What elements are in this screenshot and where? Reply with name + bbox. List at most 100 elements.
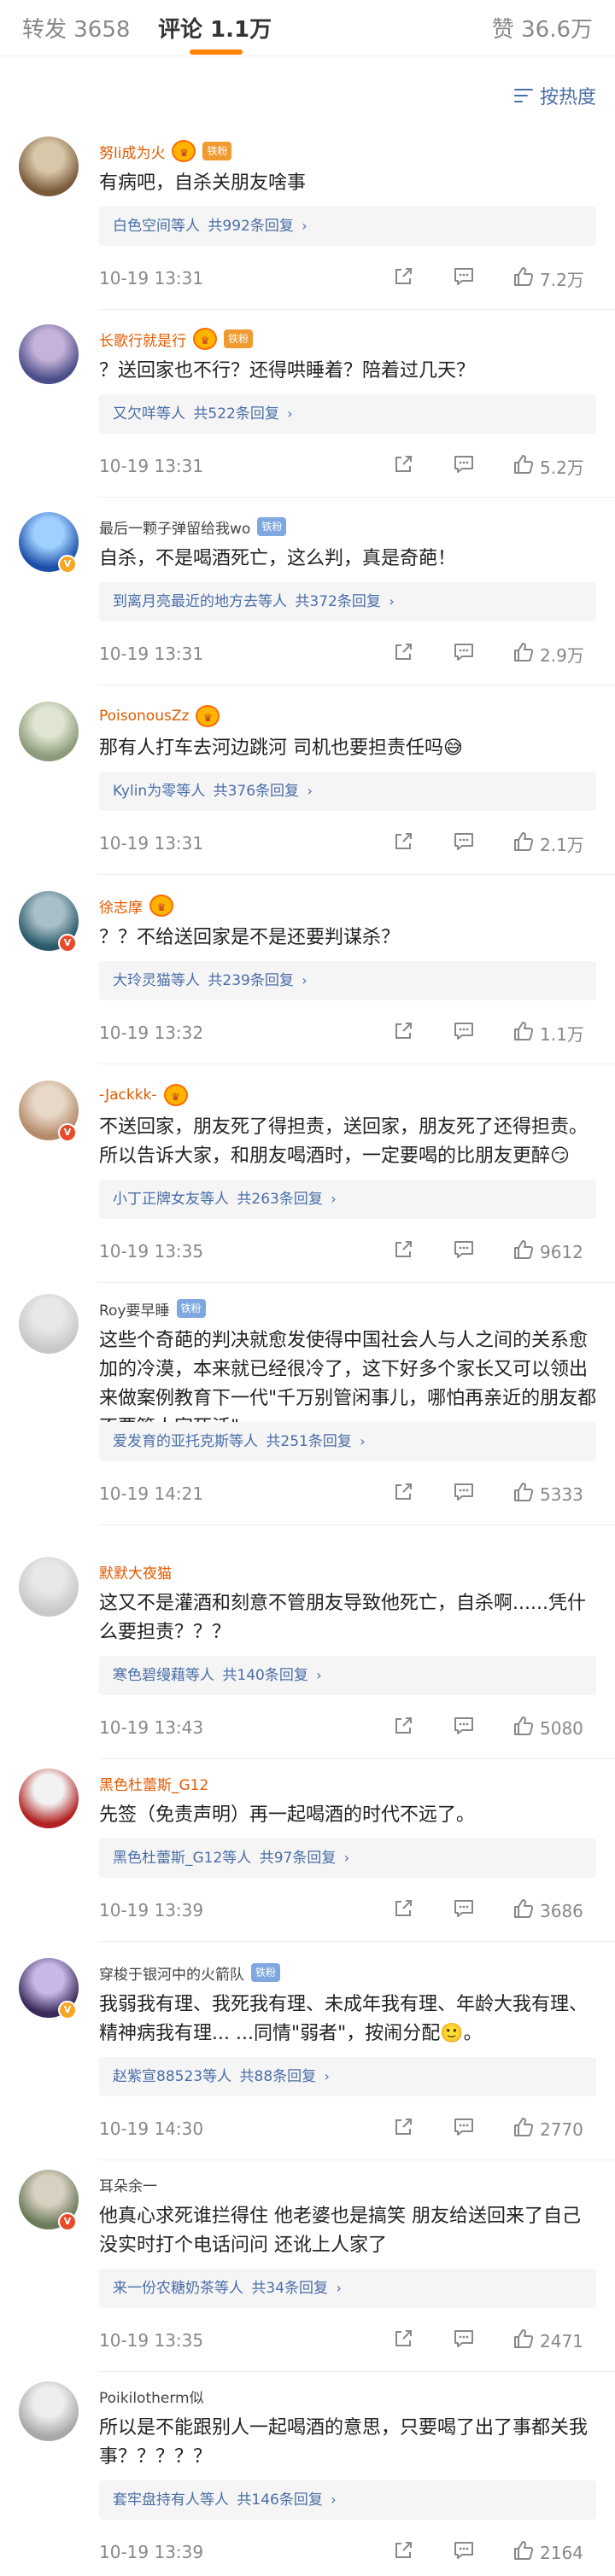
reply-preview[interactable]: 大玲灵猫等人 共239条回复 › <box>99 961 596 1000</box>
reply-button[interactable] <box>453 1239 475 1264</box>
comment-icon <box>453 642 475 667</box>
reply-button[interactable] <box>453 2328 475 2353</box>
reply-preview[interactable]: 套牢盘持有人等人 共146条回复 › <box>99 2480 596 2520</box>
like-button[interactable]: 5080 <box>512 1715 583 1741</box>
username[interactable]: Roy要早睡 <box>99 1298 170 1320</box>
reply-button[interactable] <box>453 1021 475 1046</box>
reply-preview[interactable]: 白色空间等人 共992条回复 › <box>99 207 596 246</box>
fan-badge: 铁粉 <box>251 1963 281 1982</box>
reply-preview[interactable]: 来一份农糖奶茶等人 共34条回复 › <box>99 2269 596 2308</box>
like-count: 7.2万 <box>540 270 584 290</box>
reply-preview[interactable]: 到离月亮最近的地方去等人 共372条回复 › <box>99 582 596 621</box>
comment-text: ？？不给送回家是不是还要判谋杀？ <box>99 927 401 948</box>
username[interactable]: Poikilotherm似 <box>99 2386 204 2407</box>
vip-badge-icon: ♛ <box>196 705 220 727</box>
like-button[interactable]: 2471 <box>512 2328 583 2354</box>
reply-preview[interactable]: Kylin为零等人 共376条回复 › <box>99 772 596 811</box>
sort-button[interactable]: 按热度 <box>513 82 596 109</box>
user-line: 耳朵余一 <box>99 2170 157 2199</box>
username[interactable]: 黑色杜蕾斯_G12 <box>99 1773 208 1794</box>
like-button[interactable]: 1.1万 <box>512 1020 584 1046</box>
divider <box>99 1282 615 1283</box>
share-button[interactable] <box>393 1021 413 1046</box>
reply-count: 共239条回复 <box>208 972 294 989</box>
username[interactable]: 默默大夜猫 <box>99 1561 172 1582</box>
avatar[interactable] <box>19 2381 79 2441</box>
comment-text: 我弱我有理、我死我有理、未成年我有理、年龄大我有理、精神病我有理... ...同… <box>99 1994 589 2044</box>
thumbs-up-icon <box>512 1715 535 1741</box>
like-button[interactable]: 7.2万 <box>512 265 584 292</box>
reply-preview[interactable]: 又欠咩等人 共522条回复 › <box>99 394 596 434</box>
username[interactable]: 长歌行就是行 <box>99 329 186 350</box>
tab-bar: 转发 3658 评论 1.1万 赞 36.6万 <box>0 0 615 56</box>
share-button[interactable] <box>393 2540 413 2565</box>
username[interactable]: 最后一颗子弹留给我wo <box>99 516 250 538</box>
share-button[interactable] <box>393 642 413 667</box>
sort-icon <box>513 87 535 104</box>
avatar[interactable] <box>19 1769 79 1828</box>
reply-button[interactable] <box>453 454 475 479</box>
reply-button[interactable] <box>453 2540 475 2565</box>
thumbs-up-icon <box>512 453 535 480</box>
avatar[interactable] <box>19 1294 79 1354</box>
tab-like[interactable]: 赞 36.6万 <box>492 12 593 44</box>
share-button[interactable] <box>393 454 413 479</box>
reply-preview[interactable]: 小丁正牌女友等人 共263条回复 › <box>99 1180 596 1219</box>
thumbs-up-icon <box>512 2116 535 2142</box>
like-button[interactable]: 5333 <box>512 1481 583 1507</box>
share-button[interactable] <box>393 1482 413 1507</box>
avatar[interactable] <box>19 324 79 384</box>
username[interactable]: 穿梭于银河中的火箭队 <box>99 1962 244 1984</box>
comment-item: 默默大夜猫 这又不是灌酒和刻意不管朋友导致他死亡，自杀啊......凭什么要担责… <box>0 1557 615 1759</box>
thumbs-up-icon <box>512 1238 535 1265</box>
username[interactable]: 徐志摩 <box>99 895 143 917</box>
reply-button[interactable] <box>453 831 475 856</box>
reply-preview[interactable]: 寒色碧缦藉等人 共140条回复 › <box>99 1656 596 1695</box>
like-count: 2.1万 <box>540 835 584 855</box>
like-button[interactable]: 2770 <box>512 2116 583 2142</box>
avatar[interactable] <box>19 702 79 761</box>
avatar[interactable] <box>19 1557 79 1617</box>
tab-repost[interactable]: 转发 3658 <box>22 12 130 44</box>
share-button[interactable] <box>393 2117 413 2142</box>
share-button[interactable] <box>393 2328 413 2353</box>
reply-button[interactable] <box>453 266 475 291</box>
username[interactable]: -Jackkk- <box>99 1087 157 1104</box>
fan-badge: 铁粉 <box>224 329 254 348</box>
share-button[interactable] <box>393 1898 413 1923</box>
username[interactable]: 耳朵余一 <box>99 2174 157 2195</box>
reply-button[interactable] <box>453 1716 475 1740</box>
chevron-right-icon: › <box>343 1850 350 1866</box>
reply-preview[interactable]: 赵紫宣88523等人 共88条回复 › <box>99 2057 596 2096</box>
like-button[interactable]: 3686 <box>512 1897 583 1924</box>
username[interactable]: 努li成为火 <box>99 141 165 162</box>
reply-button[interactable] <box>453 642 475 667</box>
reply-preview[interactable]: 黑色杜蕾斯_G12等人 共97条回复 › <box>99 1839 596 1878</box>
user-line: 徐志摩 ♛ <box>99 891 173 920</box>
share-button[interactable] <box>393 266 413 291</box>
comment-time: 10-19 13:35 <box>99 1241 204 1262</box>
reply-count: 共372条回复 <box>295 593 381 610</box>
reply-button[interactable] <box>453 2117 475 2142</box>
like-button[interactable]: 9612 <box>512 1238 583 1265</box>
verified-badge-icon: V <box>58 2212 77 2231</box>
like-button[interactable]: 5.2万 <box>512 453 584 480</box>
comment-item: V 最后一颗子弹留给我wo 铁粉 自杀，不是喝酒死亡，这么判，真是奇葩！ 到离月… <box>0 512 615 685</box>
tab-comment[interactable]: 评论 1.1万 <box>158 12 272 44</box>
avatar[interactable] <box>19 137 79 196</box>
comment-time: 10-19 13:35 <box>99 2330 204 2351</box>
comment-icon <box>453 454 475 479</box>
like-button[interactable]: 2.9万 <box>512 641 584 667</box>
like-button[interactable]: 2164 <box>512 2539 583 2566</box>
comment-time: 10-19 13:32 <box>99 1023 204 1043</box>
reply-preview[interactable]: 爱发育的亚托克斯等人 共251条回复 › <box>99 1422 596 1461</box>
like-button[interactable]: 2.1万 <box>512 830 584 857</box>
share-button[interactable] <box>393 831 413 856</box>
reply-users: 大玲灵猫等人 <box>113 972 200 989</box>
reply-button[interactable] <box>453 1482 475 1507</box>
share-icon <box>393 1898 413 1923</box>
username[interactable]: PoisonousZz <box>99 708 189 725</box>
share-button[interactable] <box>393 1716 413 1740</box>
share-button[interactable] <box>393 1239 413 1264</box>
reply-button[interactable] <box>453 1898 475 1923</box>
